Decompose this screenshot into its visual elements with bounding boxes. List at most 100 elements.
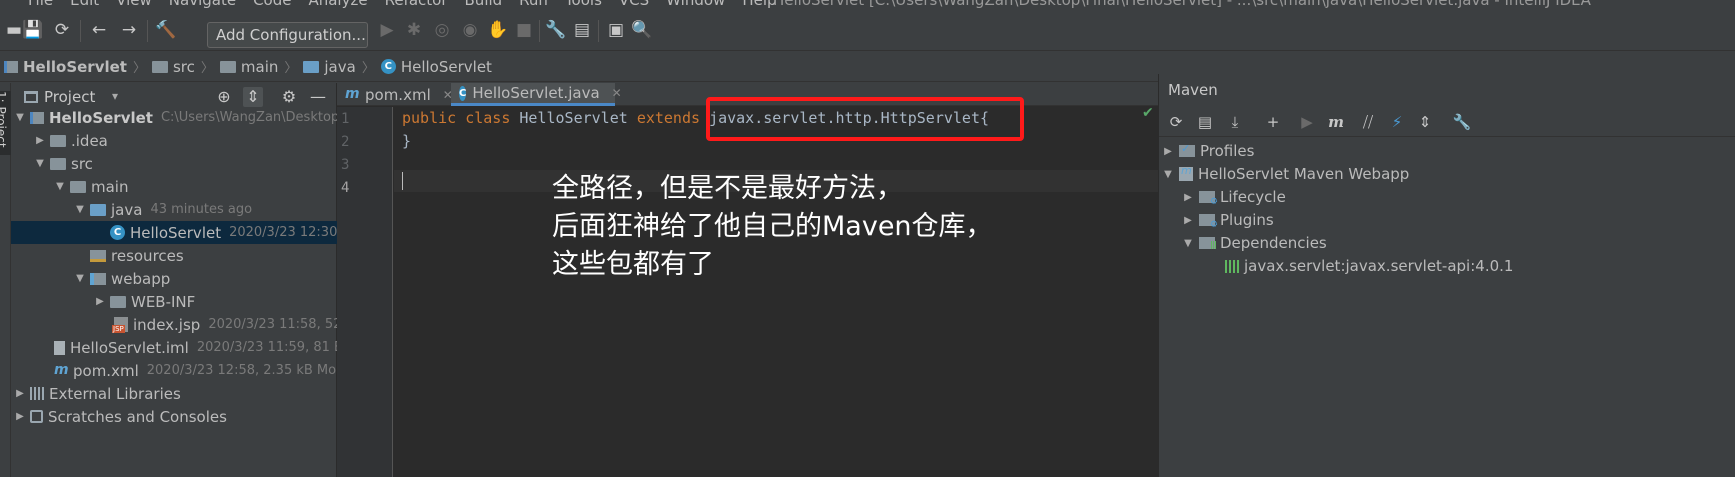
line-number: 3 (341, 157, 350, 173)
menu-refactor[interactable]: Refactor (385, 0, 448, 9)
maven-item-lifecycle[interactable]: ▶ Lifecycle (1181, 186, 1286, 208)
collapse-all-icon[interactable]: ⇕ (1415, 112, 1435, 132)
line-number-gutter: 1 2 3 4 (337, 107, 393, 477)
generate-sources-icon[interactable]: ▤ (1195, 112, 1215, 132)
add-configuration-button[interactable]: Add Configuration... (207, 22, 368, 48)
menu-run[interactable]: Run (519, 0, 548, 9)
coverage-icon[interactable]: ◎ (431, 19, 453, 41)
tree-item-webapp[interactable]: ▼ webapp (11, 267, 337, 290)
menu-view[interactable]: View (116, 0, 152, 9)
project-panel-title[interactable]: Project (44, 88, 95, 106)
main-toolbar: ▬ 💾 ⟳ ← → 🔨 Add Configuration... ▶ ✱ ◎ ◉… (0, 10, 1735, 51)
chevron-right-icon[interactable]: ▶ (1181, 192, 1195, 203)
reload-icon[interactable]: ⟳ (1166, 112, 1186, 132)
tree-item-scratches[interactable]: ▶ Scratches and Consoles (11, 405, 337, 428)
breadcrumb-class-label: HelloServlet (400, 57, 492, 76)
tree-item-idea[interactable]: ▶ .idea (11, 129, 337, 152)
attach-icon[interactable]: ✋ (487, 19, 509, 41)
tree-item-resources[interactable]: resources (11, 244, 337, 267)
back-arrow-icon[interactable]: ← (88, 19, 110, 41)
tree-item-pom[interactable]: m pom.xml 2020/3/23 12:58, 2.35 kB Momen (11, 359, 337, 382)
add-icon[interactable]: + (1263, 112, 1283, 132)
chevron-down-icon[interactable]: ▼ (73, 204, 87, 215)
menu-tools[interactable]: Tools (565, 0, 602, 9)
search-icon[interactable]: 🔍 (631, 19, 653, 41)
menu-file[interactable]: File (28, 0, 53, 9)
menu-bar: File Edit View Navigate Code Analyze Ref… (0, 0, 1735, 10)
gear-icon[interactable]: ⚙ (279, 87, 299, 107)
maven-item-profiles[interactable]: ▶ Profiles (1161, 140, 1254, 162)
tree-item-java[interactable]: ▼ java 43 minutes ago (11, 198, 337, 221)
tree-item-src[interactable]: ▼ src (11, 152, 337, 175)
tree-item-iml[interactable]: HelloServlet.iml 2020/3/23 11:59, 81 B (11, 336, 337, 359)
menu-navigate[interactable]: Navigate (169, 0, 236, 9)
chevron-right-icon[interactable]: ▶ (1161, 146, 1175, 157)
breadcrumb-src[interactable]: src (151, 58, 195, 76)
maven-item-plugins[interactable]: ▶ Plugins (1181, 209, 1274, 231)
tree-item-index-jsp[interactable]: index.jsp 2020/3/23 11:58, 52 B (11, 313, 337, 336)
sync-icon[interactable]: ⟳ (51, 19, 73, 41)
chevron-right-icon[interactable]: ▶ (1181, 215, 1195, 226)
download-icon[interactable]: ⤓ (1225, 112, 1245, 132)
minimize-icon[interactable]: — (308, 87, 328, 107)
breadcrumb-project[interactable]: HelloServlet (4, 58, 127, 76)
offline-mode-icon[interactable]: ⚡ (1387, 112, 1407, 132)
menu-code[interactable]: Code (253, 0, 291, 9)
module-file-icon (54, 340, 65, 355)
profile-icon[interactable]: ◉ (459, 19, 481, 41)
window-title: HelloServlet [C:\Users\WangZan\Desktop\F… (773, 0, 1591, 9)
stop-icon[interactable]: ■ (513, 19, 535, 41)
tree-item-project-root[interactable]: ▼ HelloServlet C:\Users\WangZan\Desktop\… (11, 106, 337, 129)
forward-arrow-icon[interactable]: → (118, 19, 140, 41)
wrench-settings-icon[interactable]: 🔧 (1452, 112, 1472, 132)
tab-helloservlet-java[interactable]: C HelloServlet.java ✕ (451, 83, 622, 106)
menu-analyze[interactable]: Analyze (308, 0, 367, 9)
chevron-down-icon[interactable]: ▾ (112, 89, 118, 103)
breadcrumb-main[interactable]: main (219, 58, 278, 76)
chevron-right-icon[interactable]: ▶ (33, 135, 47, 146)
chevron-down-icon[interactable]: ▼ (33, 158, 47, 169)
project-window-icon (24, 91, 38, 103)
tab-pom-xml[interactable]: m pom.xml ✕ (337, 83, 453, 106)
menu-vcs[interactable]: VCS (619, 0, 649, 9)
maven-item-dependencies[interactable]: ▼ Dependencies (1181, 232, 1327, 254)
folder-icon (151, 60, 168, 73)
menu-edit[interactable]: Edit (70, 0, 99, 9)
run-icon[interactable]: ▶ (376, 19, 398, 41)
terminal-icon[interactable]: ▣ (605, 19, 627, 41)
skip-tests-icon[interactable]: ⧸⧸ (1358, 112, 1378, 132)
menu-help[interactable]: Help (742, 0, 776, 9)
breadcrumb-class[interactable]: C HelloServlet (380, 57, 492, 76)
breadcrumb-java[interactable]: java (303, 58, 356, 76)
tree-item-main[interactable]: ▼ main (11, 175, 337, 198)
project-structure-icon[interactable]: ▤ (571, 19, 593, 41)
debug-icon[interactable]: ✱ (403, 19, 425, 41)
tree-item-web-inf[interactable]: ▶ WEB-INF (11, 290, 337, 313)
build-hammer-icon[interactable]: 🔨 (155, 19, 177, 41)
chevron-down-icon[interactable]: ▼ (1161, 169, 1175, 180)
run-icon[interactable]: ▶ (1297, 112, 1317, 132)
chevron-down-icon[interactable]: ▼ (73, 273, 87, 284)
source-folder-icon (90, 203, 106, 216)
tree-item-external-libraries[interactable]: ▶ External Libraries (11, 382, 337, 405)
maven-goal-icon[interactable]: m (1326, 112, 1346, 132)
maven-item-servlet-api[interactable]: javax.servlet:javax.servlet-api:4.0.1 (1221, 255, 1513, 277)
chevron-down-icon[interactable]: ▼ (53, 181, 67, 192)
maven-item-project[interactable]: ▼ HelloServlet Maven Webapp (1161, 163, 1409, 185)
menu-build[interactable]: Build (465, 0, 503, 9)
chevron-down-icon[interactable]: ▼ (13, 112, 27, 123)
tree-item-label: index.jsp (133, 315, 201, 334)
chevron-down-icon[interactable]: ▼ (1181, 238, 1195, 249)
code-line-2[interactable]: } (402, 132, 411, 150)
project-tool-window-button[interactable]: 1: Project (0, 91, 11, 155)
wrench-settings-icon[interactable]: 🔧 (545, 19, 567, 41)
collapse-all-icon[interactable]: ⇕ (243, 87, 263, 107)
chevron-right-icon[interactable]: ▶ (13, 388, 27, 399)
close-icon[interactable]: ✕ (612, 86, 622, 100)
chevron-right-icon[interactable]: ▶ (13, 411, 27, 422)
menu-window[interactable]: Window (666, 0, 725, 9)
save-icon[interactable]: 💾 (22, 19, 44, 41)
locate-file-icon[interactable]: ⊕ (214, 87, 234, 107)
tree-item-helloservlet-class[interactable]: C HelloServlet 2020/3/23 12:30, 5 (11, 221, 337, 244)
chevron-right-icon[interactable]: ▶ (93, 296, 107, 307)
